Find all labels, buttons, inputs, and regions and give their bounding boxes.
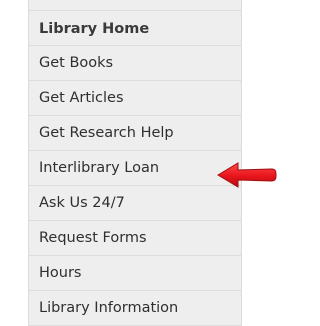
nav-item-get-research-help[interactable]: Get Research Help bbox=[29, 116, 241, 151]
nav-item-get-articles[interactable]: Get Articles bbox=[29, 81, 241, 116]
nav-item-interlibrary-loan[interactable]: Interlibrary Loan bbox=[29, 151, 241, 186]
nav-item-library-information[interactable]: Library Information bbox=[29, 291, 241, 326]
nav-list: Library Home Get Books Get Articles Get … bbox=[29, 0, 241, 326]
nav-item-request-forms[interactable]: Request Forms bbox=[29, 221, 241, 256]
nav-item-ask-us[interactable]: Ask Us 24/7 bbox=[29, 186, 241, 221]
library-sidebar-nav: Library Home Get Books Get Articles Get … bbox=[28, 0, 242, 326]
left-arrow-icon bbox=[217, 162, 277, 188]
nav-item-get-books[interactable]: Get Books bbox=[29, 46, 241, 81]
nav-item-library-home[interactable]: Library Home bbox=[29, 10, 241, 46]
nav-item-hours[interactable]: Hours bbox=[29, 256, 241, 291]
